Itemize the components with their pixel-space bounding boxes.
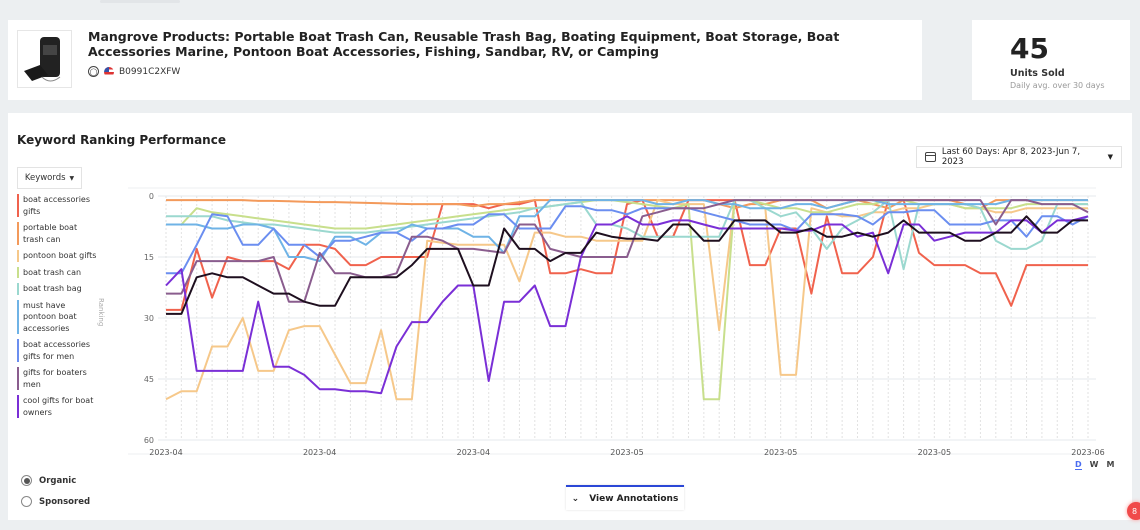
granularity-toggle: D W M	[1075, 460, 1114, 470]
x-tick-label: 2023-05	[610, 448, 643, 457]
product-meta: ◯ B0991C2XFW	[88, 66, 180, 77]
view-annotations-label: View Annotations	[589, 493, 679, 504]
notification-badge[interactable]: 8	[1127, 502, 1140, 520]
product-image	[17, 30, 72, 88]
granularity-day[interactable]: D	[1075, 460, 1082, 470]
user-icon: ◯	[88, 66, 99, 77]
y-tick-label: 45	[144, 375, 154, 384]
x-tick-label: 2023-04	[457, 448, 490, 457]
y-tick-label: 60	[144, 436, 154, 445]
granularity-week[interactable]: W	[1090, 460, 1099, 470]
x-tick-label: 2023-06	[1071, 448, 1104, 457]
y-tick-label: 30	[144, 314, 154, 323]
radio-organic-indicator[interactable]	[21, 475, 32, 486]
keyword-ranking-panel: Keyword Ranking Performance Last 60 Days…	[8, 113, 1132, 520]
radio-sponsored-label: Sponsored	[39, 496, 91, 507]
series-line	[166, 199, 1088, 271]
units-sold-card: 45 Units Sold Daily avg. over 30 days	[972, 20, 1130, 100]
units-sold-label: Units Sold	[1010, 68, 1065, 79]
granularity-month[interactable]: M	[1106, 460, 1114, 470]
top-scroll-indicator	[100, 0, 180, 3]
product-card: Mangrove Products: Portable Boat Trash C…	[8, 20, 922, 100]
product-title[interactable]: Mangrove Products: Portable Boat Trash C…	[88, 29, 888, 59]
units-sold-value: 45	[1010, 32, 1049, 65]
view-annotations-button[interactable]: ⌄ View Annotations	[566, 485, 684, 510]
chevron-down-icon: ⌄	[571, 493, 580, 504]
ranking-chart: 0 15 30 45 60 2023-04 2023-04 2023-04 2023-05 202…	[128, 187, 1105, 457]
radio-sponsored-indicator[interactable]	[21, 496, 32, 507]
us-flag-icon	[104, 66, 114, 77]
units-sold-subtitle: Daily avg. over 30 days	[1010, 81, 1105, 90]
radio-organic[interactable]: Organic	[21, 475, 76, 486]
x-tick-label: 2023-04	[303, 448, 336, 457]
x-tick-label: 2023-04	[149, 448, 182, 457]
y-tick-label: 0	[149, 192, 154, 201]
radio-sponsored[interactable]: Sponsored	[21, 496, 90, 507]
y-tick-label: 15	[144, 253, 154, 262]
x-tick-label: 2023-05	[764, 448, 797, 457]
asin[interactable]: B0991C2XFW	[119, 67, 180, 77]
radio-organic-label: Organic	[39, 475, 77, 486]
x-tick-label: 2023-05	[918, 448, 951, 457]
